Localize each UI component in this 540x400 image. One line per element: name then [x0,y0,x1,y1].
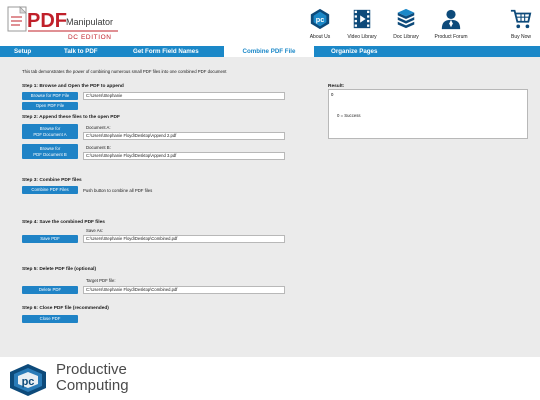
books-icon [397,8,415,29]
document-b-path-field[interactable]: C:\Users\Stephanie Floyd\Desktop\Append … [83,152,285,160]
browse-document-a-button[interactable]: Browse for PDF Document A [22,124,78,139]
tab-setup[interactable]: Setup [14,46,31,57]
nav-video-library[interactable]: Video Library [342,8,382,44]
combine-pdf-files-button[interactable]: Combine PDF Files [22,186,78,194]
footer: pc Productive Computing [0,357,540,400]
step6-title: Step 6: Close PDF file (recommended) [22,306,109,311]
step1-title: Step 1: Browse and Open the PDF to appen… [22,84,124,89]
footer-brand-line2: Computing [56,377,129,394]
tab-get-form-field-names[interactable]: Get Form Field Names [133,46,199,57]
app-window: PDF Manipulator DC EDITION pc About Us V… [0,0,540,400]
save-pdf-button[interactable]: Save PDF [22,235,78,243]
nav-buy-now[interactable]: Buy Now [506,8,536,44]
nav-doc-library[interactable]: Doc Library [388,8,424,44]
target-pdf-path-field[interactable]: C:\Users\Stephanie Floyd\Desktop\Combine… [83,286,285,294]
result-legend: 0 = Success [337,113,361,118]
pdf-manipulator-logo[interactable]: PDF Manipulator DC EDITION [6,3,126,43]
header: PDF Manipulator DC EDITION pc About Us V… [0,0,540,46]
tab-combine-pdf-file[interactable]: Combine PDF File [224,46,314,57]
step5-title: Step 5: Delete PDF file (optional) [22,267,97,272]
target-pdf-label: Target PDF file: [86,278,116,283]
document-b-label: Document B: [86,145,111,150]
tab-organize-pages[interactable]: Organize Pages [331,46,377,57]
svg-text:pc: pc [316,15,325,24]
cart-icon [510,9,532,29]
document-a-path-field[interactable]: C:\Users\Stephanie Floyd\Desktop\Append … [83,132,285,140]
tab-bar: Setup Talk to PDF Get Form Field Names C… [0,46,540,57]
logo-text: PDF [27,10,67,32]
nav-product-forum-label: Product Forum [434,34,468,40]
result-value: 0 [331,92,334,97]
browse-document-b-button[interactable]: Browse for PDF Document B [22,144,78,159]
open-pdf-file-button[interactable]: Open PDF File [22,102,78,110]
nav-doc-library-label: Doc Library [393,34,419,40]
film-icon [353,9,371,29]
logo-edition: DC EDITION [68,34,112,41]
pc-logo-icon: pc [310,8,330,30]
tab-talk-to-pdf[interactable]: Talk to PDF [64,46,98,57]
nav-about-us-label: About Us [309,34,331,40]
nav-video-library-label: Video Library [347,34,377,40]
logo-subtext: Manipulator [66,17,113,27]
browse-pdf-file-button[interactable]: Browse for PDF File [22,92,78,100]
step2-title: Step 2: Append these files to the open P… [22,115,120,120]
browse-document-a-line2: PDF Document A [33,131,67,137]
browse-document-b-line2: PDF Document B [33,151,67,157]
pdf-path-field[interactable]: C:\Users\Stephanie [83,92,285,100]
save-as-path-field[interactable]: C:\Users\Stephanie Floyd\Desktop\Combine… [83,235,285,243]
user-icon [441,9,461,30]
intro-text: This tab demonstrates the power of combi… [22,69,227,74]
step3-title: Step 3: Combine PDF files [22,178,82,183]
combine-hint: Push button to combine all PDF files [83,188,153,193]
svg-text:pc: pc [22,376,35,388]
delete-pdf-button[interactable]: Delete PDF [22,286,78,294]
productive-computing-logo-icon: pc [10,364,46,396]
step4-title: Step 4: Save the combined PDF files [22,220,105,225]
save-as-label: Save As: [86,228,103,233]
document-a-label: Document A: [86,125,111,130]
nav-product-forum[interactable]: Product Forum [430,8,472,44]
nav-buy-now-label: Buy Now [510,34,531,40]
footer-brand-line1: Productive [56,361,127,378]
combine-pdf-panel: This tab demonstrates the power of combi… [0,57,540,357]
nav-about-us[interactable]: pc About Us [303,8,337,44]
close-pdf-button[interactable]: Close PDF [22,315,78,323]
